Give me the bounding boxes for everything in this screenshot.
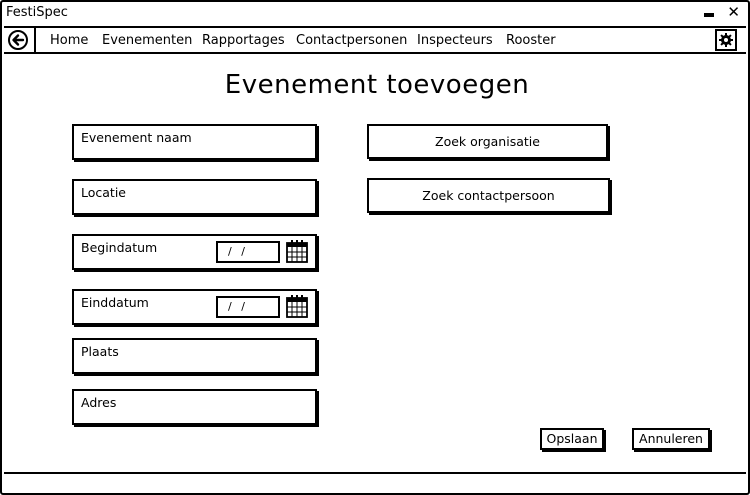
- page-title: Evenement toevoegen: [224, 70, 530, 100]
- calendar-icon[interactable]: [286, 294, 308, 318]
- end-date-input[interactable]: / /: [216, 296, 280, 318]
- city-label: Plaats: [81, 344, 119, 359]
- event-name-field[interactable]: Evenement naam: [72, 124, 317, 160]
- location-field[interactable]: Locatie: [72, 179, 317, 215]
- start-date-field: Begindatum / /: [72, 234, 317, 270]
- nav-item-rapportages[interactable]: Rapportages: [202, 33, 285, 48]
- location-label: Locatie: [81, 185, 126, 200]
- app-window: FestiSpec ✕ Home Evenementen Rapportages…: [0, 0, 750, 495]
- nav-item-contactpersonen[interactable]: Contactpersonen: [296, 33, 407, 48]
- address-field[interactable]: Adres: [72, 389, 317, 425]
- settings-button[interactable]: [715, 29, 737, 51]
- calendar-icon[interactable]: [286, 239, 308, 263]
- find-organization-button[interactable]: Zoek organisatie: [367, 124, 608, 159]
- end-date-field: Einddatum / /: [72, 289, 317, 325]
- back-button[interactable]: [8, 30, 28, 50]
- start-date-label: Begindatum: [81, 240, 158, 255]
- window-title: FestiSpec: [6, 5, 68, 20]
- city-field[interactable]: Plaats: [72, 338, 317, 374]
- end-date-label: Einddatum: [81, 295, 149, 310]
- save-button[interactable]: Opslaan: [540, 428, 604, 450]
- minimize-icon[interactable]: [704, 13, 714, 17]
- back-arrow-icon: [12, 34, 25, 46]
- cancel-button[interactable]: Annuleren: [632, 428, 710, 450]
- nav-item-inspecteurs[interactable]: Inspecteurs: [417, 33, 493, 48]
- status-bar-divider: [4, 472, 746, 474]
- address-label: Adres: [81, 395, 117, 410]
- event-name-label: Evenement naam: [81, 130, 192, 145]
- find-contact-button[interactable]: Zoek contactpersoon: [367, 178, 610, 213]
- close-icon[interactable]: ✕: [727, 4, 740, 20]
- start-date-input[interactable]: / /: [216, 241, 280, 263]
- nav-item-evenementen[interactable]: Evenementen: [102, 33, 192, 48]
- title-bar: FestiSpec: [2, 2, 748, 24]
- nav-item-home[interactable]: Home: [50, 33, 88, 48]
- nav-divider: [34, 28, 36, 52]
- nav-item-rooster[interactable]: Rooster: [506, 33, 556, 48]
- gear-icon: [719, 33, 733, 47]
- nav-bar: Home Evenementen Rapportages Contactpers…: [4, 26, 746, 54]
